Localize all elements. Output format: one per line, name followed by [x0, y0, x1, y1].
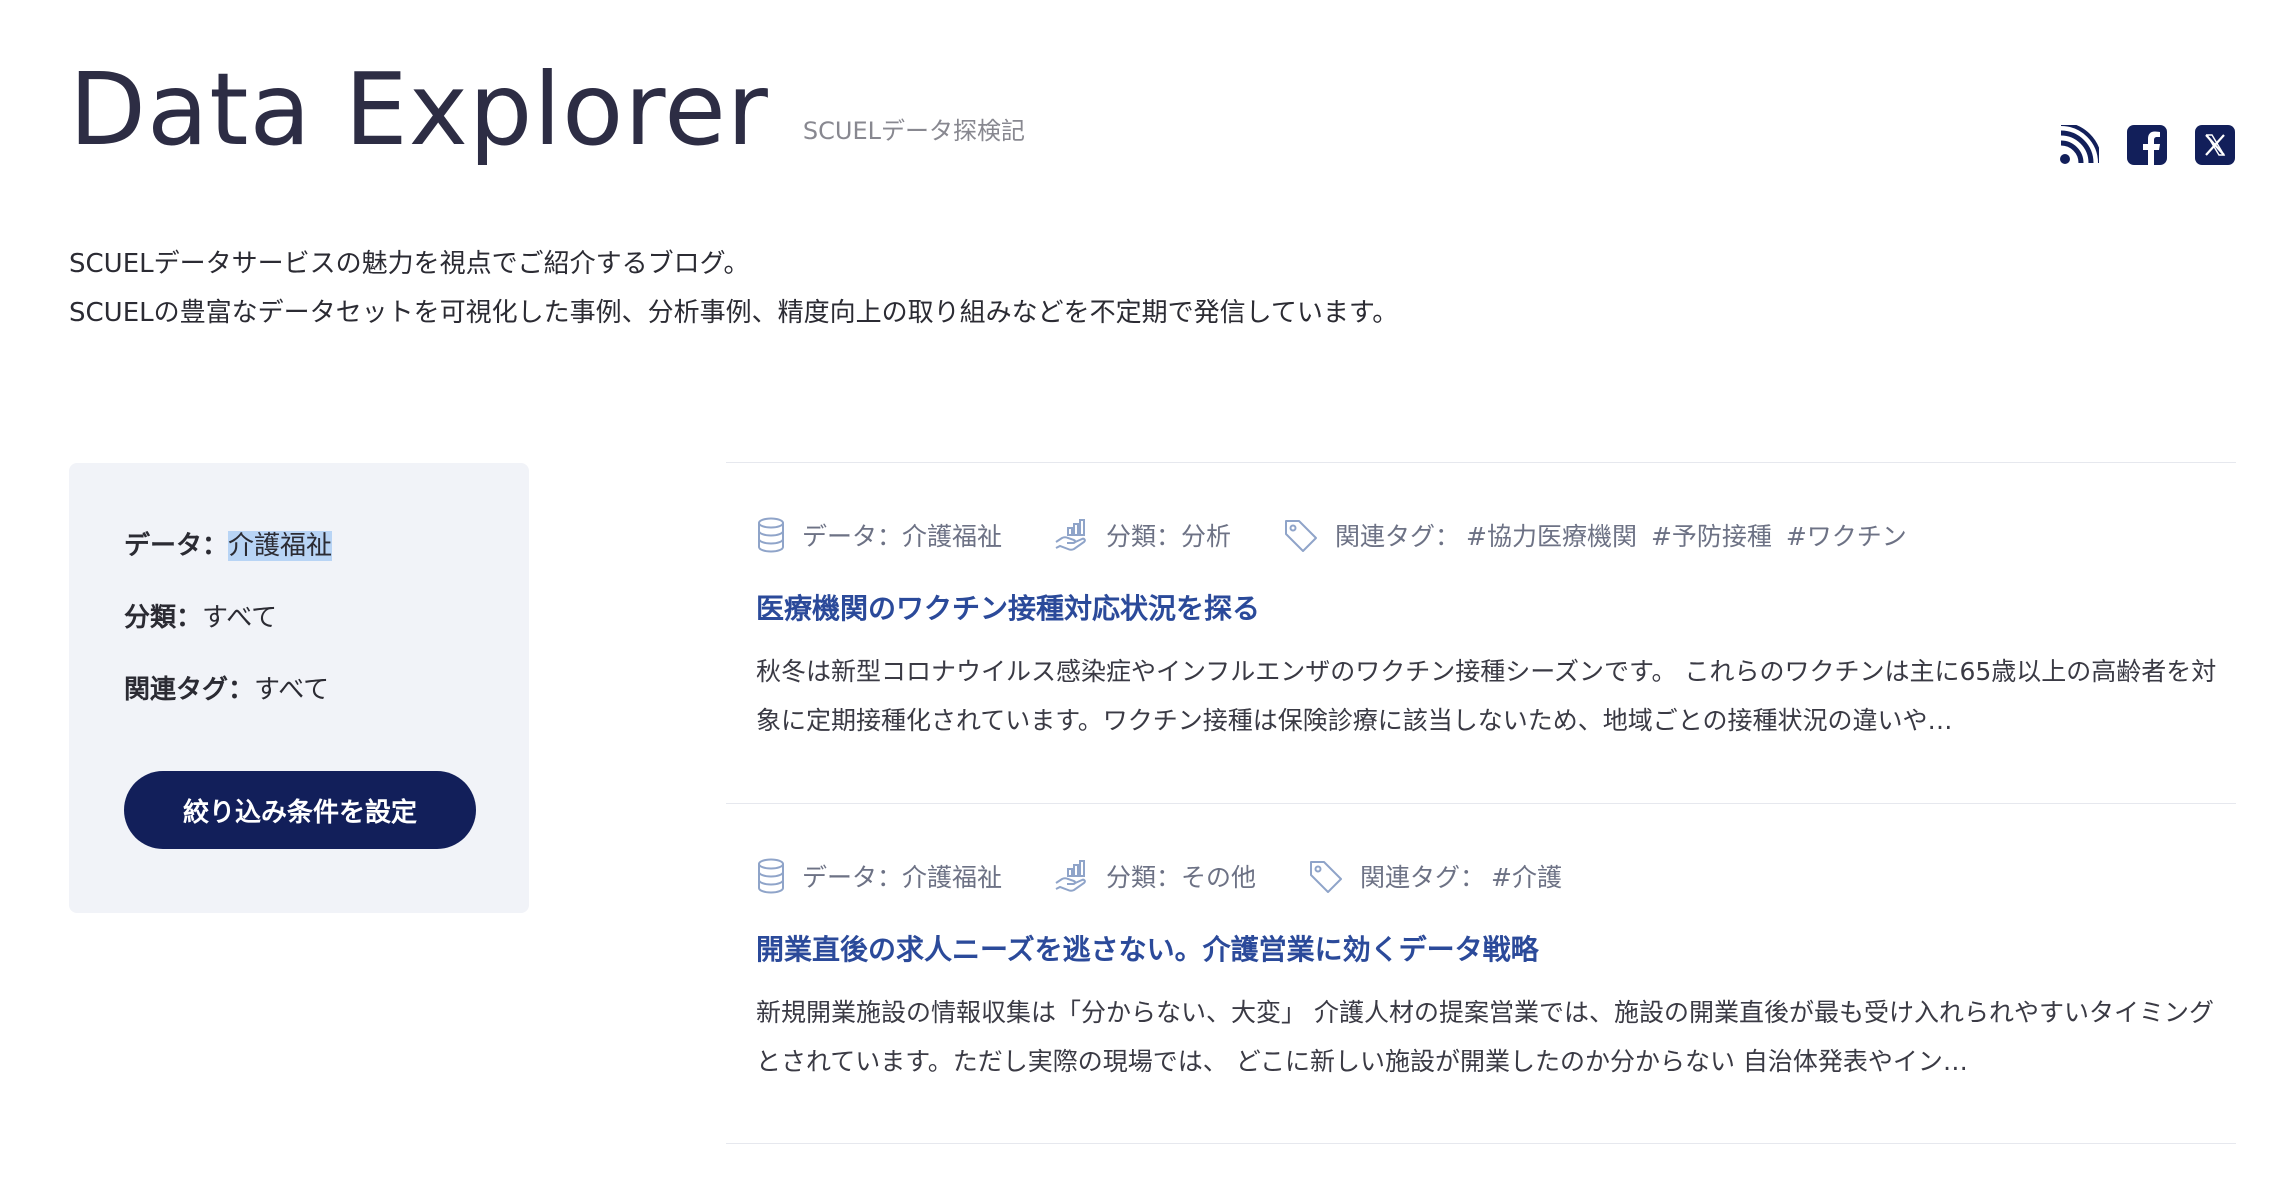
article-tags: 関連タグ： #協力医療機関 #予防接種 #ワクチン — [1283, 517, 1907, 553]
social-links — [2058, 124, 2236, 166]
intro-line-1: SCUELデータサービスの魅力を視点でご紹介するブログ。 — [69, 249, 750, 279]
filter-tags-row: 関連タグ：すべて — [124, 671, 529, 709]
intro-line-2: SCUELの豊富なデータセットを可視化した事例、分析事例、精度向上の取り組みなど… — [69, 298, 1399, 328]
article-category-text[interactable]: 分類：その他 — [1106, 858, 1256, 894]
site-title[interactable]: Data Explorer — [69, 60, 769, 160]
article-item: データ：介護福祉 分類：その他 関連タグ： #介護 開業直後の求人ニーズを逃さな… — [726, 803, 2236, 1144]
filter-category-value: すべて — [202, 603, 278, 633]
site-subtitle: SCUELデータ探検記 — [802, 117, 1026, 145]
tag-link[interactable]: #予防接種 — [1651, 522, 1772, 551]
article-category: 分類：分析 — [1054, 517, 1231, 553]
article-meta: データ：介護福祉 分類：その他 関連タグ： #介護 — [756, 856, 2236, 896]
article-tags-label: 関連タグ： — [1360, 863, 1486, 892]
article-data: データ：介護福祉 — [756, 858, 1002, 894]
article-excerpt: 秋冬は新型コロナウイルス感染症やインフルエンザのワクチン接種シーズンです。 これ… — [756, 657, 2217, 735]
article-excerpt: 新規開業施設の情報収集は「分からない、大変」 介護人材の提案営業では、施設の開業… — [756, 998, 2214, 1076]
article-tags: 関連タグ： #介護 — [1308, 858, 1562, 894]
tag-link[interactable]: #介護 — [1491, 863, 1562, 892]
facebook-icon[interactable] — [2126, 124, 2168, 166]
site-header: Data Explorer SCUELデータ探検記 — [69, 60, 1025, 160]
blog-intro: SCUELデータサービスの魅力を視点でご紹介するブログ。 SCUELの豊富なデー… — [69, 240, 1398, 338]
filter-tags-value: すべて — [254, 675, 330, 705]
database-icon — [758, 858, 784, 894]
article-data-text[interactable]: データ：介護福祉 — [802, 858, 1002, 894]
database-icon — [758, 517, 784, 553]
filter-data-row: データ：介護福祉 — [124, 527, 529, 565]
filter-category-row: 分類：すべて — [124, 599, 529, 637]
article-title-link[interactable]: 医療機関のワクチン接種対応状況を探る — [756, 589, 2236, 629]
x-icon[interactable] — [2194, 124, 2236, 166]
filter-data-value: 介護福祉 — [228, 531, 333, 561]
tag-link[interactable]: #協力医療機関 — [1466, 522, 1637, 551]
tag-icon — [1310, 861, 1343, 893]
article-category: 分類：その他 — [1054, 858, 1256, 894]
hand-chart-icon — [1055, 860, 1086, 892]
article-list: データ：介護福祉 分類：分析 関連タグ： #協力医療機関 #予防接種 #ワクチン… — [726, 462, 2236, 1144]
hand-chart-icon — [1055, 519, 1086, 551]
tag-icon — [1285, 520, 1318, 552]
filter-category-label: 分類： — [124, 603, 203, 633]
article-tags-label: 関連タグ： — [1335, 522, 1461, 551]
tag-link[interactable]: #ワクチン — [1786, 522, 1907, 551]
rss-icon[interactable] — [2058, 124, 2100, 166]
set-filter-button[interactable]: 絞り込み条件を設定 — [124, 771, 476, 849]
filter-data-label: データ： — [124, 531, 229, 561]
article-data: データ：介護福祉 — [756, 517, 1002, 553]
article-meta: データ：介護福祉 分類：分析 関連タグ： #協力医療機関 #予防接種 #ワクチン — [756, 515, 2236, 555]
filter-tags-label: 関連タグ： — [124, 675, 255, 705]
article-item: データ：介護福祉 分類：分析 関連タグ： #協力医療機関 #予防接種 #ワクチン… — [726, 462, 2236, 803]
article-title-link[interactable]: 開業直後の求人ニーズを逃さない。介護営業に効くデータ戦略 — [756, 930, 2236, 970]
article-category-text[interactable]: 分類：分析 — [1106, 517, 1231, 553]
filter-panel: データ：介護福祉 分類：すべて 関連タグ：すべて 絞り込み条件を設定 — [69, 463, 529, 913]
article-data-text[interactable]: データ：介護福祉 — [802, 517, 1002, 553]
